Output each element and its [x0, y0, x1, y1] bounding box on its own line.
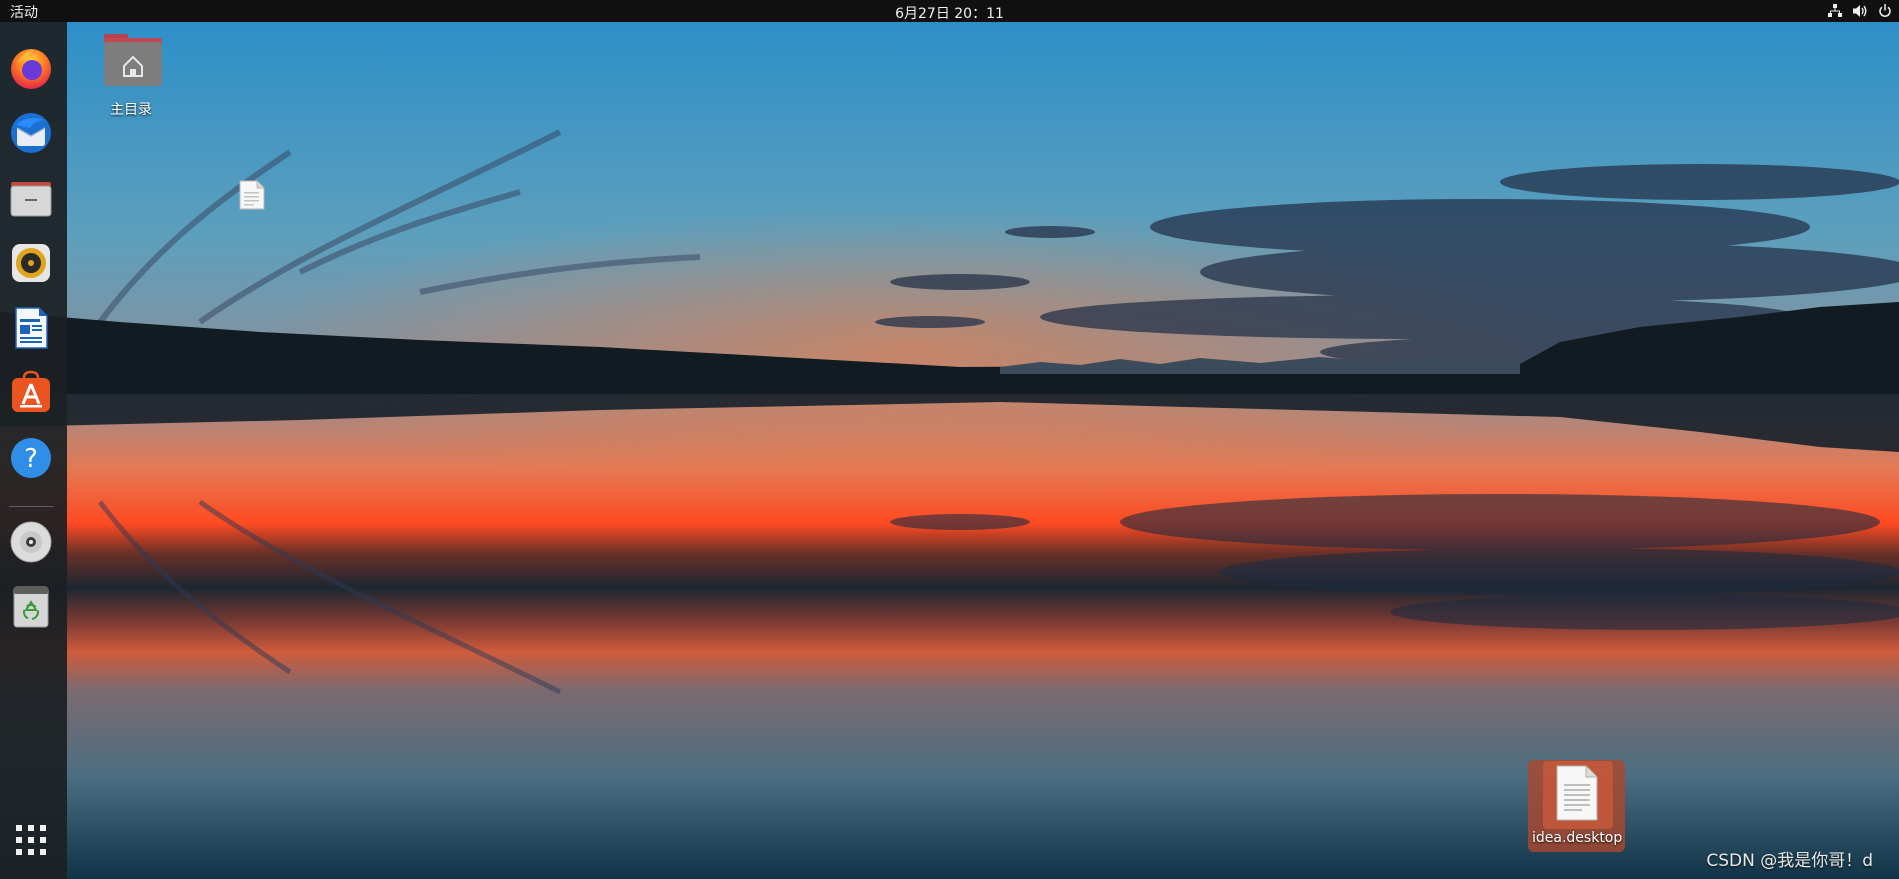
rhythmbox-icon	[12, 244, 50, 282]
files-icon	[10, 182, 52, 217]
desktop-idea-desktop-file[interactable]	[1554, 764, 1600, 822]
dock-show-applications[interactable]	[8, 817, 54, 863]
dock-files[interactable]	[8, 175, 54, 221]
activities-button[interactable]: 活动	[10, 2, 38, 22]
dock-rhythmbox[interactable]	[8, 240, 54, 286]
idea-desktop-label: idea.desktop	[1532, 830, 1623, 846]
thunderbird-icon	[11, 113, 51, 153]
dock-libreoffice-writer[interactable]	[8, 305, 54, 351]
dock-optical-disc[interactable]	[8, 519, 54, 565]
help-icon: ?	[11, 438, 51, 478]
app-grid-icon	[16, 825, 46, 855]
dock-trash[interactable]	[8, 584, 54, 630]
home-folder-icon	[104, 34, 162, 86]
power-icon[interactable]	[1877, 3, 1893, 19]
desktop-document-file[interactable]	[239, 180, 265, 210]
top-bar: 活动 6月27日 20：11	[0, 0, 1899, 22]
home-folder-label: 主目录	[110, 102, 152, 118]
disc-icon	[10, 521, 52, 563]
network-icon[interactable]	[1827, 3, 1843, 19]
wallpaper-lake-sunset	[0, 22, 1899, 879]
text-file-icon	[1556, 765, 1598, 821]
system-tray[interactable]	[1827, 2, 1893, 20]
firefox-icon	[11, 49, 51, 89]
dock-thunderbird[interactable]	[8, 110, 54, 156]
csdn-watermark: CSDN @我是你哥！d	[1706, 851, 1873, 871]
dock-firefox[interactable]	[8, 45, 54, 91]
dock: ?	[0, 22, 67, 879]
trash-icon	[13, 586, 49, 628]
dock-separator	[9, 506, 54, 507]
dock-help[interactable]: ?	[8, 435, 54, 481]
writer-icon	[15, 307, 48, 349]
dock-ubuntu-software[interactable]	[8, 370, 54, 416]
desktop-home-folder[interactable]	[100, 32, 166, 90]
volume-icon[interactable]	[1852, 3, 1868, 19]
document-icon	[239, 180, 265, 210]
clock-button[interactable]: 6月27日 20：11	[895, 6, 1004, 22]
desktop-screen: 活动 6月27日 20：11 ? 主目录 idea.desktop CSDN @…	[0, 0, 1899, 879]
software-icon	[12, 370, 50, 412]
svg-text:?: ?	[24, 444, 38, 474]
